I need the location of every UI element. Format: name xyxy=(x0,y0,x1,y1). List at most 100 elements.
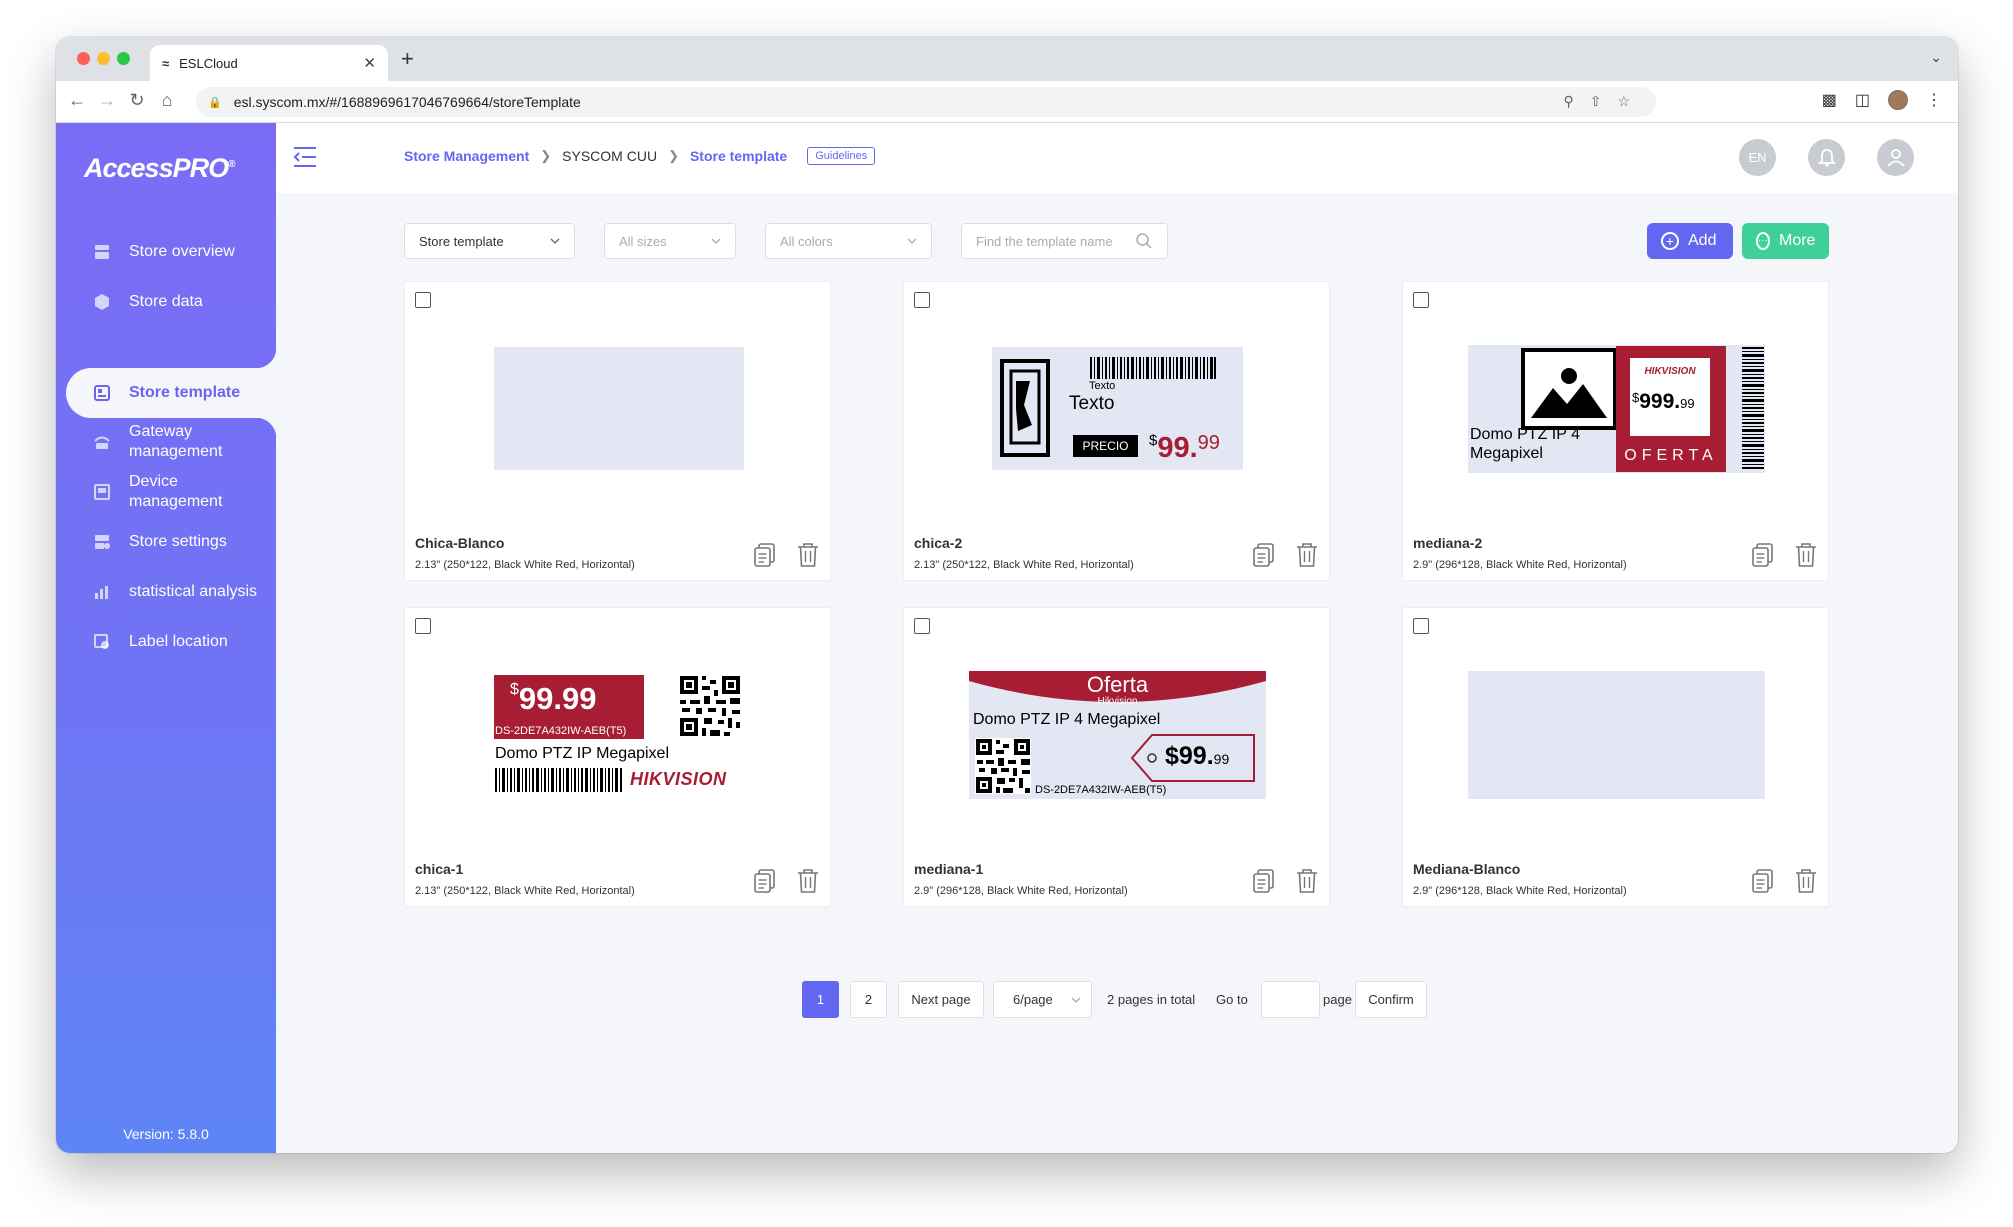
user-avatar-icon[interactable] xyxy=(1877,139,1914,176)
sidebar-item-label-location[interactable]: Label location xyxy=(56,617,276,667)
label-text-small: Texto xyxy=(1089,380,1116,392)
trash-icon[interactable] xyxy=(1794,867,1818,894)
browser-tab[interactable]: ≈ ESLCloud ✕ xyxy=(150,45,388,81)
hikvision-logo: HIKVISION xyxy=(1644,366,1696,377)
sidebar-item-gateway-management[interactable]: Gateway management xyxy=(56,417,276,467)
image-placeholder-icon xyxy=(1521,348,1617,430)
copy-icon[interactable] xyxy=(753,542,777,568)
trash-icon[interactable] xyxy=(796,867,820,894)
page-size-select[interactable]: 6/page xyxy=(993,981,1092,1018)
sidebar-item-store-data[interactable]: Store data xyxy=(56,277,276,327)
search-icon[interactable] xyxy=(1135,232,1153,250)
trash-icon[interactable] xyxy=(1794,541,1818,568)
breadcrumb-store-management[interactable]: Store Management xyxy=(404,148,529,164)
home-icon[interactable]: ⌂ xyxy=(156,90,178,111)
copy-icon[interactable] xyxy=(1252,868,1276,894)
bookmark-star-icon[interactable]: ☆ xyxy=(1617,93,1646,109)
breadcrumb-store-template[interactable]: Store template xyxy=(690,148,787,164)
side-panel-icon[interactable]: ◫ xyxy=(1855,90,1870,110)
guidelines-button[interactable]: Guidelines xyxy=(807,147,876,165)
page-label: page xyxy=(1323,992,1352,1007)
template-description: 2.9" (296*128, Black White Red, Horizont… xyxy=(914,885,1128,897)
close-window-button[interactable] xyxy=(77,52,90,65)
url-text: esl.syscom.mx/#/1688969617046769664/stor… xyxy=(233,94,581,110)
breadcrumb-store-name: SYSCOM CUU xyxy=(562,148,658,164)
template-name: Mediana-Blanco xyxy=(1413,861,1521,877)
url-field[interactable]: 🔒 esl.syscom.mx/#/1688969617046769664/st… xyxy=(196,87,1656,117)
kebab-menu-icon[interactable]: ⋮ xyxy=(1926,90,1942,110)
confirm-button[interactable]: Confirm xyxy=(1355,981,1427,1018)
gateway-icon xyxy=(92,433,112,451)
eslcloud-favicon-icon: ≈ xyxy=(162,55,170,71)
breadcrumb-chevron-icon: ❯ xyxy=(540,148,552,163)
sidebar-item-device-management[interactable]: Device management xyxy=(56,467,276,517)
collapse-menu-icon[interactable] xyxy=(292,145,318,169)
template-description: 2.13" (250*122, Black White Red, Horizon… xyxy=(415,559,635,571)
card-checkbox[interactable] xyxy=(415,618,431,634)
template-description: 2.13" (250*122, Black White Red, Horizon… xyxy=(415,885,635,897)
minimize-window-button[interactable] xyxy=(97,52,110,65)
trash-icon[interactable] xyxy=(1295,867,1319,894)
template-card[interactable]: Chica-Blanco 2.13" (250*122, Black White… xyxy=(404,281,831,581)
color-select[interactable]: All colors xyxy=(765,223,932,259)
template-card[interactable]: Mediana-Blanco 2.9" (296*128, Black Whit… xyxy=(1402,607,1829,907)
copy-icon[interactable] xyxy=(753,868,777,894)
label-model: DS-2DE7A432IW-AEB(T5) xyxy=(1035,784,1167,796)
template-search-input[interactable]: Find the template name xyxy=(961,223,1168,259)
back-arrow-icon[interactable]: ← xyxy=(66,90,88,111)
version-text: Version: 5.8.0 xyxy=(123,1126,209,1142)
template-card[interactable]: Domo PTZ IP 4 Megapixel HIKVISION $999.9… xyxy=(1402,281,1829,581)
template-type-select[interactable]: Store template xyxy=(404,223,575,259)
template-card[interactable]: Oferta Hikvision Domo PTZ IP 4 Megapixel xyxy=(903,607,1330,907)
template-card[interactable]: Texto Texto PRECIO $99.99 chica-2 2.13" … xyxy=(903,281,1330,581)
extensions-puzzle-icon[interactable]: ▩ xyxy=(1822,90,1837,110)
card-checkbox[interactable] xyxy=(914,292,930,308)
bell-icon[interactable] xyxy=(1808,139,1845,176)
template-name: mediana-2 xyxy=(1413,535,1483,551)
sidebar-item-store-template[interactable]: Store template xyxy=(56,368,276,418)
top-header: Store Management ❯ SYSCOM CUU ❯ Store te… xyxy=(276,123,1958,193)
language-button[interactable]: EN xyxy=(1739,139,1776,176)
settings-icon xyxy=(92,533,112,551)
card-checkbox[interactable] xyxy=(415,292,431,308)
page-1-button[interactable]: 1 xyxy=(802,981,839,1018)
copy-icon[interactable] xyxy=(1252,542,1276,568)
template-preview-blank xyxy=(494,347,744,470)
store-icon xyxy=(92,243,112,261)
card-checkbox[interactable] xyxy=(1413,618,1429,634)
label-brand: Hikvision xyxy=(1097,696,1138,707)
sidebar-item-store-settings[interactable]: Store settings xyxy=(56,517,276,567)
next-page-button[interactable]: Next page xyxy=(898,981,984,1018)
more-button[interactable]: ··· More xyxy=(1742,223,1829,259)
card-checkbox[interactable] xyxy=(914,618,930,634)
add-template-button[interactable]: + Add xyxy=(1647,223,1733,259)
close-tab-icon[interactable]: ✕ xyxy=(363,54,376,72)
qr-code-icon xyxy=(975,738,1031,794)
goto-page-input[interactable] xyxy=(1261,981,1320,1018)
template-preview-blank xyxy=(1468,671,1765,799)
tab-search-chevron-icon[interactable]: ⌄ xyxy=(1930,49,1942,66)
template-card[interactable]: $99.99 DS-2DE7A432IW-AEB(T5) Domo PTZ IP… xyxy=(404,607,831,907)
label-price: $999.99 xyxy=(1632,390,1695,413)
share-icon[interactable]: ⇧ xyxy=(1590,93,1618,109)
label-price: $99.99 xyxy=(1165,742,1230,770)
key-icon[interactable]: ⚲ xyxy=(1563,93,1589,109)
page-2-button[interactable]: 2 xyxy=(850,981,887,1018)
copy-icon[interactable] xyxy=(1751,868,1775,894)
card-checkbox[interactable] xyxy=(1413,292,1429,308)
chevron-down-icon xyxy=(1071,997,1081,1003)
reload-icon[interactable]: ↻ xyxy=(126,90,148,111)
lock-icon: 🔒 xyxy=(208,96,222,109)
label-oferta: Oferta xyxy=(1086,672,1149,697)
new-tab-icon[interactable]: + xyxy=(401,46,414,72)
template-description: 2.9" (296*128, Black White Red, Horizont… xyxy=(1413,885,1627,897)
size-select[interactable]: All sizes xyxy=(604,223,736,259)
forward-arrow-icon[interactable]: → xyxy=(96,90,118,111)
sidebar-item-statistical-analysis[interactable]: statistical analysis xyxy=(56,567,276,617)
trash-icon[interactable] xyxy=(796,541,820,568)
sidebar-item-store-overview[interactable]: Store overview xyxy=(56,227,276,277)
trash-icon[interactable] xyxy=(1295,541,1319,568)
copy-icon[interactable] xyxy=(1751,542,1775,568)
maximize-window-button[interactable] xyxy=(117,52,130,65)
profile-avatar[interactable] xyxy=(1888,90,1908,110)
